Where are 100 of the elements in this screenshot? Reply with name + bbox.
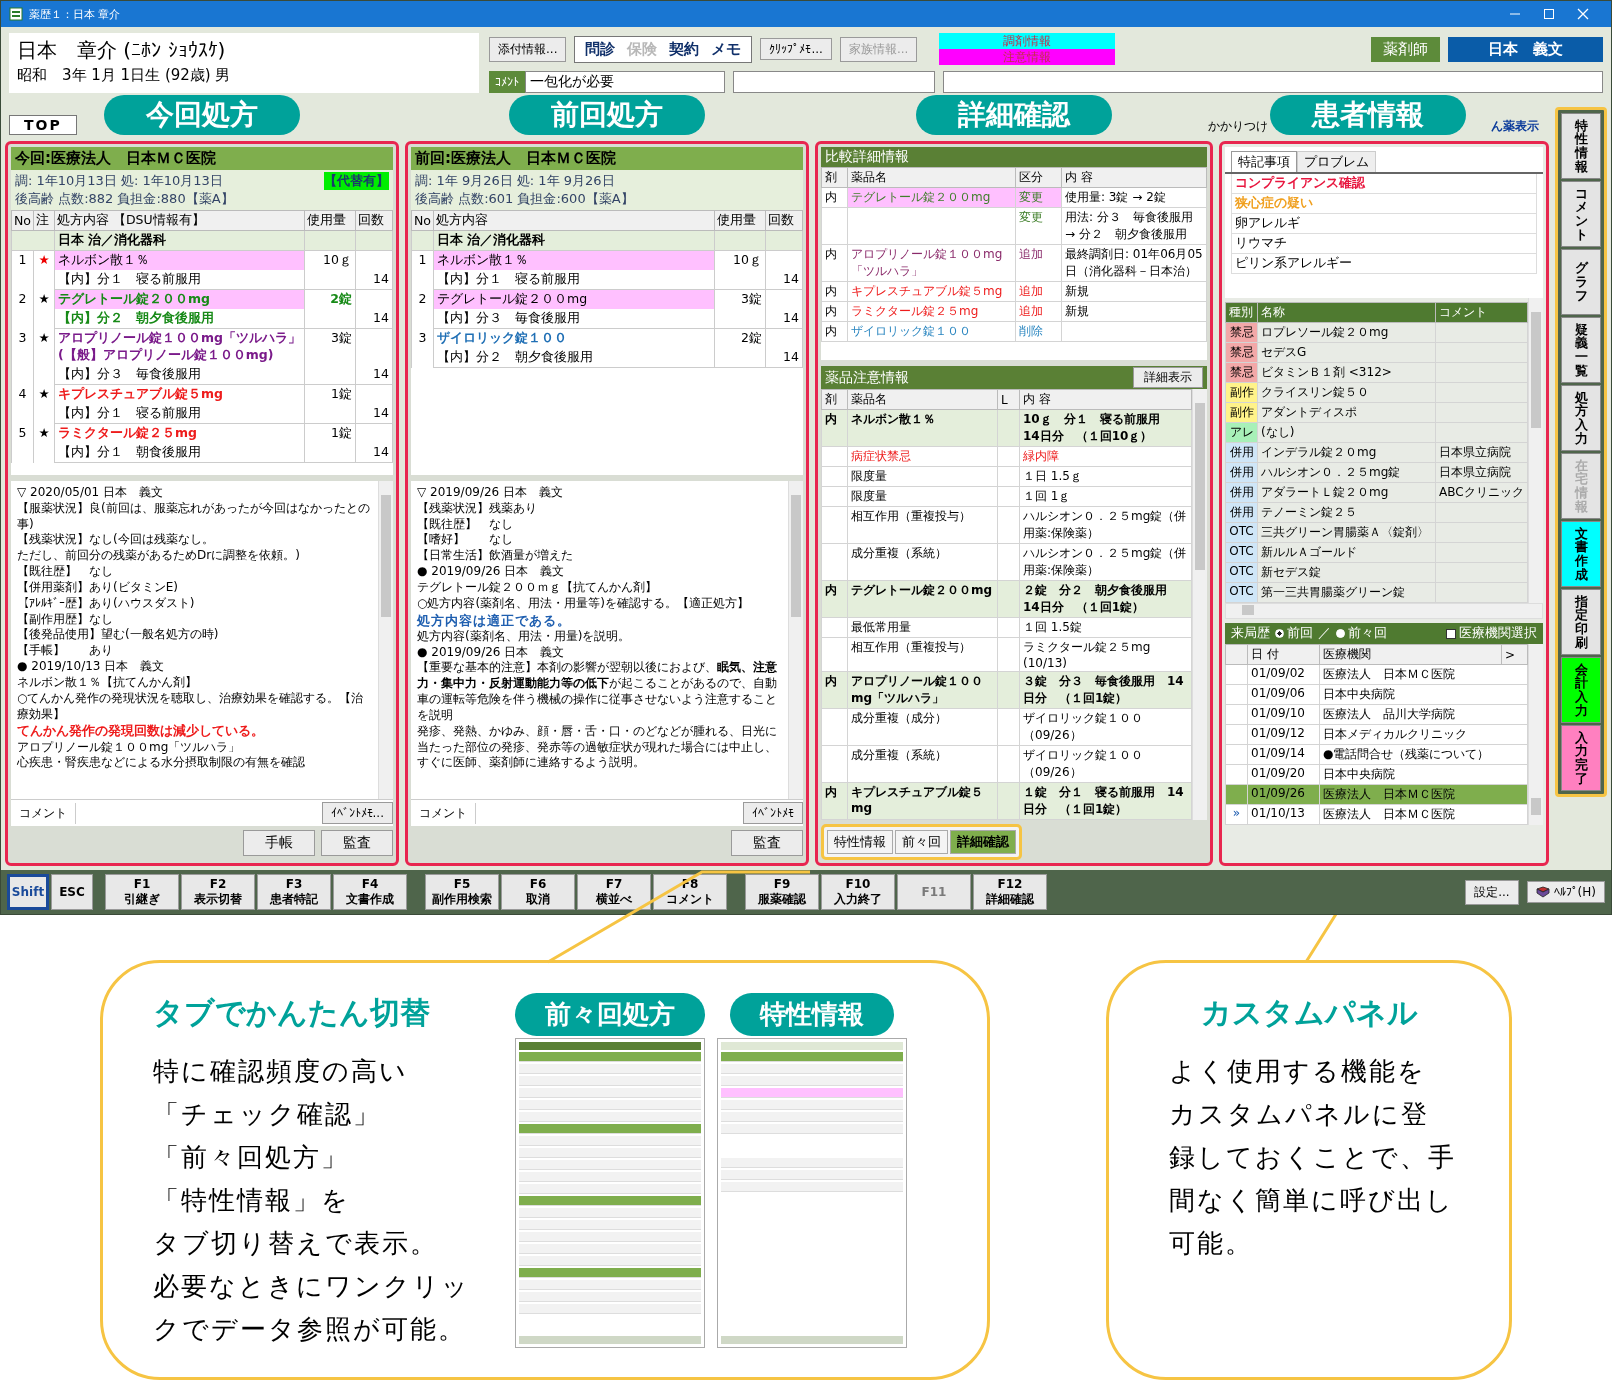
table-cell: 新規 <box>1061 301 1207 322</box>
function-key[interactable]: ESC <box>51 874 93 910</box>
detail-view-button[interactable]: 詳細表示 <box>1133 367 1203 388</box>
table-cell: 【内】分３ 毎食後服用 <box>54 365 305 385</box>
event-memo-button[interactable]: ｲﾍﾞﾝﾄﾒﾓ <box>743 802 803 824</box>
close-icon[interactable] <box>1577 8 1589 20</box>
table-cell: 2 <box>411 289 434 329</box>
action-button[interactable]: 監査 <box>731 830 803 856</box>
side-button[interactable]: 指定印刷 <box>1561 589 1601 655</box>
side-button[interactable]: 文書作成 <box>1561 521 1601 587</box>
special-note[interactable]: コンプライアンス確認 <box>1231 174 1537 194</box>
side-button[interactable]: グラフ <box>1561 249 1601 315</box>
table-cell: 日本県立病院 <box>1439 465 1511 479</box>
note-line: ○てんかん発作の発現状況を聴取し、治療効果を確認する。【治療効果】 <box>17 690 365 723</box>
book-icon <box>1535 886 1550 898</box>
function-key[interactable]: Shift <box>7 874 49 910</box>
table-cell: 限度量 <box>847 486 998 507</box>
column-header: 使用量 <box>304 210 356 231</box>
special-note[interactable]: リウマチ <box>1231 234 1537 254</box>
attachment-button[interactable]: 添付情報... <box>489 36 567 62</box>
table-cell: クライスリン錠５０ <box>1257 382 1436 403</box>
side-button[interactable]: コメント <box>1561 181 1601 247</box>
radio-icon[interactable] <box>1275 629 1284 638</box>
info-tab[interactable]: 特記事項 <box>1231 151 1297 172</box>
table-cell: 14 <box>355 404 393 424</box>
scrollbar[interactable] <box>1528 298 1543 603</box>
memo-button[interactable]: ｸﾘｯﾌﾟﾒﾓ... <box>760 38 832 60</box>
function-key[interactable]: F12 詳細確認 <box>973 874 1047 910</box>
table-cell: ネルボン散１％ <box>847 409 998 447</box>
table-cell: ハルシオン０．２５mg錠（併用薬:保険薬） <box>1019 543 1192 581</box>
radio-option[interactable]: 前々回 <box>1336 625 1387 642</box>
table-cell: テノーミン錠２５ <box>1257 502 1436 523</box>
column-header: No <box>11 210 34 231</box>
empty-field[interactable] <box>943 71 1603 93</box>
table-cell: 削除 <box>1015 321 1062 342</box>
column-header: 剤 <box>821 167 848 188</box>
checkbox[interactable] <box>1446 628 1456 639</box>
side-button[interactable]: 入力完了 <box>1561 725 1601 791</box>
current-marker: » <box>1232 806 1241 820</box>
table-cell: 使用量: 3錠 → 2錠 <box>1061 187 1207 208</box>
record-tab[interactable]: 契約 <box>669 39 700 59</box>
drug-name-cell: キプレスチュアブル錠５mg <box>54 384 305 404</box>
view-tab[interactable]: 詳細確認 <box>950 830 1016 854</box>
note-line: てんかん発作の発現回数は減少している。 <box>17 722 265 740</box>
side-button[interactable]: 疑義一覧 <box>1561 317 1601 383</box>
special-note[interactable]: 卵アレルギ <box>1231 214 1537 234</box>
patient-birthdate: 昭和 3年 1月 1日生 (92歳) 男 <box>17 66 232 85</box>
function-key[interactable]: F6 取消 <box>501 874 575 910</box>
record-tab[interactable]: 問診 <box>585 39 616 59</box>
help-button[interactable]: ﾍﾙﾌﾟ(H) <box>1526 881 1605 903</box>
scrollbar[interactable] <box>788 481 803 799</box>
note-line: 【嗜好】 なし <box>417 532 514 549</box>
function-key[interactable]: F3 患者特記 <box>257 874 331 910</box>
table-cell: ABCクリニック <box>1439 485 1524 499</box>
scrollbar[interactable] <box>1192 389 1207 820</box>
star-icon: ★ <box>38 252 50 267</box>
table-cell: 3 <box>11 328 34 385</box>
note-line: 【手帳】 あり <box>17 643 114 660</box>
maximize-icon[interactable] <box>1543 8 1555 20</box>
table-cell: 3 <box>411 328 434 368</box>
table-cell: 最終調剤日: 01年06月05日（消化器科－日本治） <box>1061 244 1207 282</box>
scrollbar[interactable] <box>378 481 393 799</box>
function-key[interactable]: F9 服薬確認 <box>745 874 819 910</box>
comment-field[interactable]: 一包化が必要 <box>525 71 725 93</box>
action-button[interactable]: 手帳 <box>243 830 315 856</box>
function-key[interactable]: F7 横並べ <box>577 874 651 910</box>
scrollbar[interactable] <box>1225 603 1543 619</box>
table-cell: 2錠 <box>304 289 356 309</box>
settings-button[interactable]: 設定... <box>1465 879 1519 905</box>
special-note[interactable]: ピリン系アレルギー <box>1231 254 1537 274</box>
drug-name-cell: アロプリノール錠１００mg「ツルハラ」 <box>847 244 1016 282</box>
empty-field[interactable] <box>733 71 935 93</box>
side-button[interactable]: 処方入力 <box>1561 385 1601 451</box>
radio-icon[interactable] <box>1336 629 1345 638</box>
callout-label: 今回処方 <box>104 95 300 135</box>
note-line: 【副作用歴】なし <box>17 611 114 628</box>
record-tab[interactable]: メモ <box>711 39 742 59</box>
scrollbar[interactable] <box>1528 644 1543 825</box>
drug-type-tag: 副作 <box>1225 402 1258 423</box>
function-key[interactable]: F4 文書作成 <box>333 874 407 910</box>
top-tab[interactable]: TOP <box>9 115 77 135</box>
view-tab[interactable]: 前々回 <box>895 830 948 854</box>
checkbox-option[interactable]: 医療機関選択 <box>1446 625 1537 642</box>
side-button[interactable]: 会計入力 <box>1561 657 1601 723</box>
table-cell: 内 <box>821 671 848 709</box>
table-cell: 追加 <box>1015 301 1062 322</box>
display-link[interactable]: ん薬表示 <box>1491 118 1539 135</box>
info-tab[interactable]: プロブレム <box>1297 151 1376 172</box>
event-memo-button[interactable]: ｲﾍﾞﾝﾄﾒﾓ... <box>321 802 393 824</box>
function-key[interactable]: F10 入力終了 <box>821 874 895 910</box>
action-button[interactable]: 監査 <box>321 830 393 856</box>
view-tab[interactable]: 特性情報 <box>827 830 893 854</box>
radio-option[interactable]: 前回 <box>1275 625 1313 642</box>
side-button[interactable]: 特性情報 <box>1561 113 1601 179</box>
table-cell: 成分重複（成分） <box>847 708 998 746</box>
note-line: 【残薬状況】残薬あり <box>417 500 538 517</box>
table-cell: (なし) <box>1257 422 1436 443</box>
function-key[interactable]: F2 表示切替 <box>181 874 255 910</box>
function-key[interactable]: F1 引継ぎ <box>105 874 179 910</box>
function-key[interactable]: F5 副作用検索 <box>425 874 499 910</box>
